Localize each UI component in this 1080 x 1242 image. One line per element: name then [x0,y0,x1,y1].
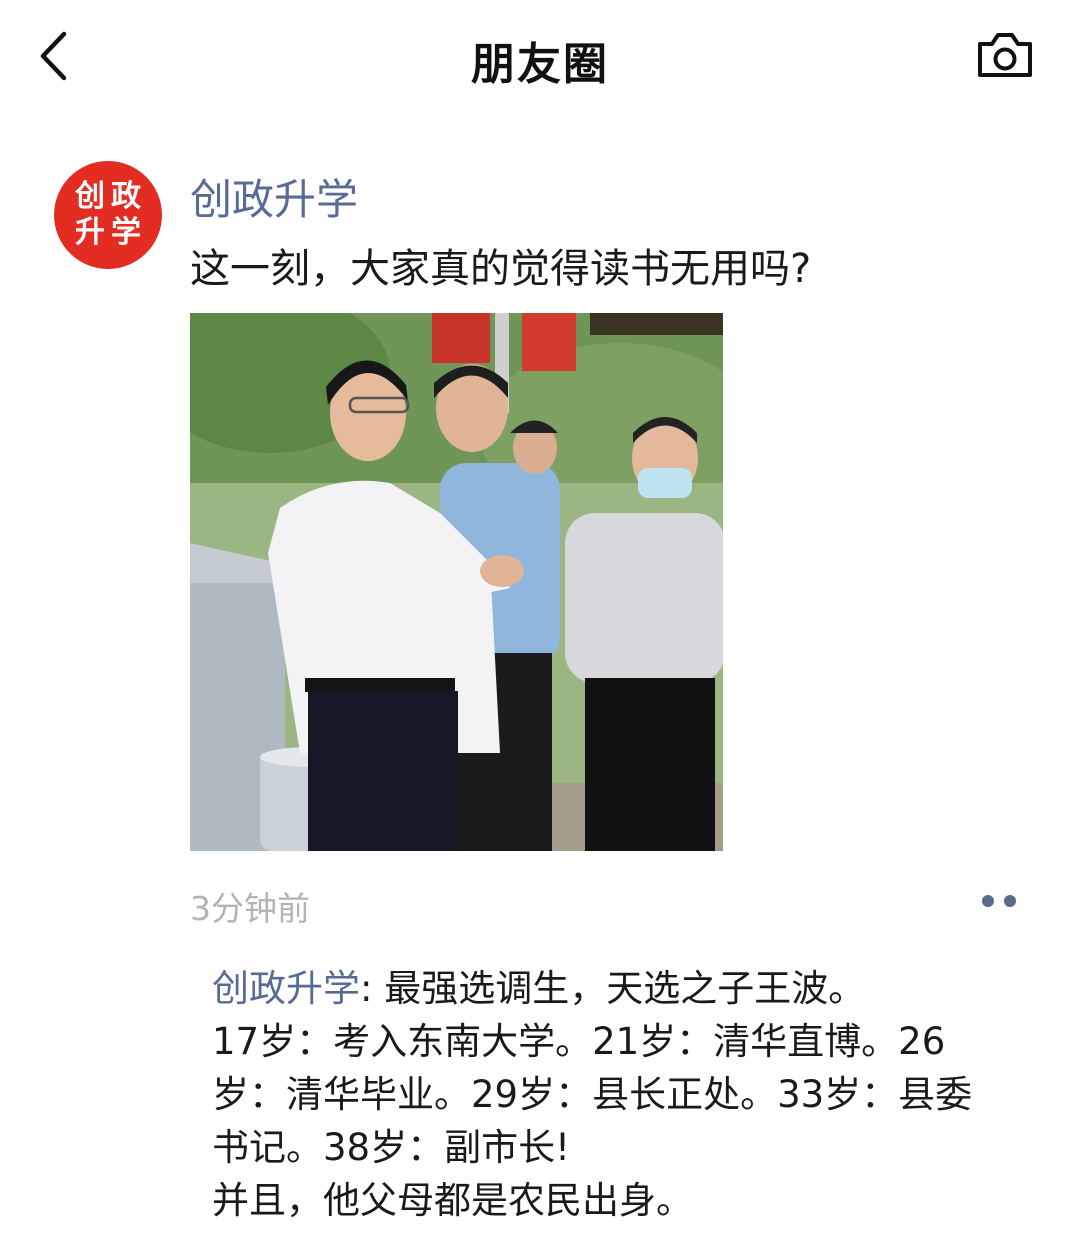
avatar-char: 政 [111,179,141,214]
comment-separator: : [360,967,385,1010]
comment-line: 并且，他父母都是农民出身。 [212,1179,693,1222]
camera-icon [978,33,1032,77]
avatar-char: 升 [75,215,105,250]
top-bar: 朋友圈 [0,0,1080,115]
avatar-char: 学 [111,215,141,250]
post-caption: 这一刻，大家真的觉得读书无用吗? [190,246,812,292]
comment-text: 最强选调生，天选之子王波。 [384,967,866,1010]
comment-author-name[interactable]: 创政升学 [212,967,360,1010]
post-photo[interactable] [190,313,723,851]
post-time: 3分钟前 [190,889,310,928]
camera-button[interactable] [974,28,1036,82]
avatar-char: 创 [75,179,105,214]
avatar[interactable]: 创 政 升 学 [54,161,162,269]
photo-illustration [190,313,723,851]
comment-line: 岁：清华毕业。29岁：县长正处。33岁：县委 [212,1073,973,1116]
more-options-button[interactable] [978,888,1020,914]
page-title: 朋友圈 [471,39,609,90]
more-dots-icon [1004,895,1016,907]
post-author-name[interactable]: 创政升学 [190,166,358,227]
comment-line: 创政升学: 最强选调生，天选之子王波。 [212,962,1032,1015]
more-dots-icon [982,895,994,907]
comment-line: 17岁：考入东南大学。21岁：清华直博。26 [212,1020,946,1063]
comment-line: 书记。38岁：副市长! [212,1126,570,1169]
comment: 创政升学: 最强选调生，天选之子王波。 17岁：考入东南大学。21岁：清华直博。… [212,962,1032,1227]
moments-page: 朋友圈 创 政 升 学 创政升学 这一刻，大家真的觉得读书无用吗? 3分钟前 创… [0,0,1080,1242]
